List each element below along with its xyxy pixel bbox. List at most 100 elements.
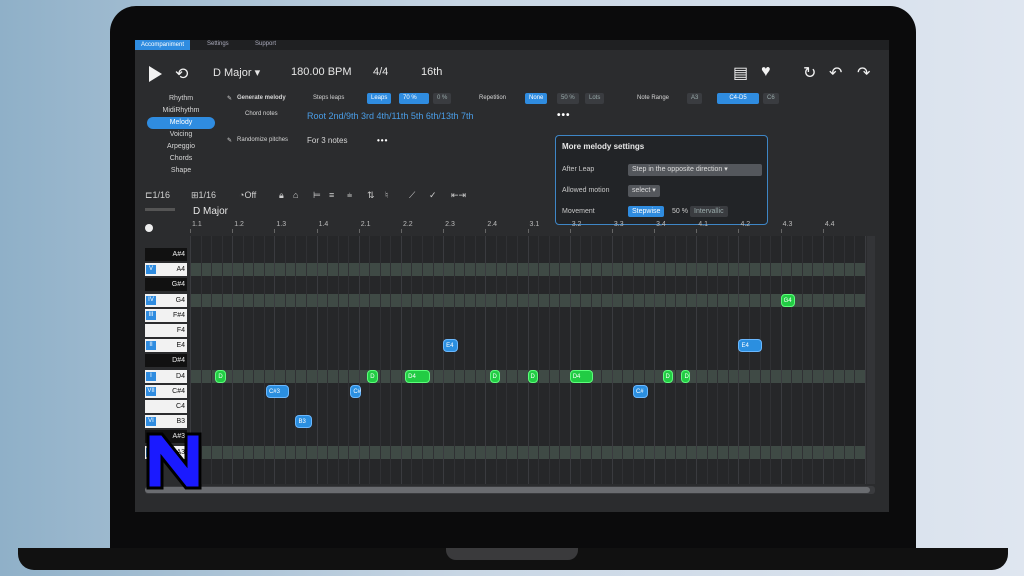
note-range-min[interactable]: A3	[687, 93, 703, 104]
time-signature[interactable]: 4/4	[373, 66, 388, 78]
grid-line	[833, 236, 835, 484]
sidebar-item-shape[interactable]: Shape	[143, 165, 219, 177]
repetition-min[interactable]: None	[525, 93, 548, 104]
sidebar-item-rhythm[interactable]: Rhythm	[143, 93, 219, 105]
timeline-ruler[interactable]: 1.1 1.2 1.3 1.4 2.1 2.2 2.3 2.4 3.1 3.2 3.3 3.4 4.1 4…	[190, 220, 865, 233]
key-select[interactable]: D Major ▾	[213, 66, 260, 79]
piano-key-e4[interactable]: II E4	[145, 339, 187, 353]
offset-toggle[interactable]: ◔ Off	[239, 190, 256, 200]
ruler-tick	[358, 229, 360, 233]
randomize-label[interactable]: Randomize pitches	[237, 137, 288, 143]
generate-melody-label[interactable]: Generate melody	[237, 95, 286, 101]
piano-key-c4[interactable]: C4	[145, 400, 187, 413]
piano-key-ds4[interactable]: D#4	[145, 354, 187, 368]
expand-icon[interactable]: ⇤⇥	[451, 190, 466, 201]
pitch-icon[interactable]: ♮	[385, 190, 388, 201]
steps-leaps-max[interactable]: 0 %	[433, 93, 452, 104]
pen-icon: ✎	[227, 96, 233, 102]
piano-key-fs4[interactable]: III F#4	[145, 308, 187, 322]
horizontal-scrollbar[interactable]	[145, 486, 875, 494]
lock-icon[interactable]: 🔒︎	[279, 190, 284, 201]
velocity-icon[interactable]: ✓	[429, 190, 437, 201]
transform-icon[interactable]: ⇅	[367, 190, 375, 201]
randomize-more-button[interactable]: •••	[377, 136, 388, 145]
midi-note[interactable]: D	[367, 369, 378, 383]
midi-note[interactable]: D	[215, 369, 226, 383]
note-range-value[interactable]: C4-D5	[717, 93, 759, 104]
midi-note[interactable]: C#	[632, 384, 648, 398]
piano-key-label: E4	[176, 342, 185, 350]
quant-b[interactable]: ⊞ 1/16	[191, 190, 216, 201]
steps-leaps-min[interactable]: Leaps	[367, 93, 392, 104]
midi-note[interactable]: C#	[350, 384, 361, 398]
sidebar-item-chords[interactable]: Chords	[143, 153, 219, 165]
randomize-value[interactable]: For 3 notes	[307, 136, 347, 145]
movement-value[interactable]: 50 %	[668, 206, 692, 217]
chord-notes-value[interactable]: Root 2nd/9th 3rd 4th/11th 5th 6th/13th 7…	[307, 111, 473, 121]
grid-line	[221, 236, 223, 484]
midi-note[interactable]: D4	[569, 369, 593, 383]
piano-key-cs4[interactable]: VII C#4	[145, 384, 187, 398]
midi-note[interactable]: D	[527, 369, 539, 383]
distribute-icon[interactable]: ⩧	[347, 190, 352, 201]
tempo-value[interactable]: 180.00 BPM	[291, 66, 352, 78]
play-icon[interactable]	[149, 66, 162, 82]
midi-note[interactable]: D4	[405, 369, 431, 383]
midi-note[interactable]: C#3	[265, 384, 290, 398]
midi-note[interactable]: D	[662, 369, 674, 383]
sidebar-item-arpeggio[interactable]: Arpeggio	[143, 141, 219, 153]
menu-accompaniment[interactable]: Accompaniment	[135, 40, 191, 50]
piano-roll-grid[interactable]: D C#3 B3 C# D D4 E4 D D D4 C# D D E4 G4	[190, 236, 866, 484]
grid-line	[632, 236, 634, 484]
sidebar-item-midirhythm[interactable]: MidiRhythm	[143, 105, 219, 117]
piano-key-a4[interactable]: V A4	[145, 263, 187, 277]
midi-note[interactable]: E4	[443, 339, 458, 353]
after-leap-select[interactable]: Step in the opposite direction ▾	[628, 164, 762, 176]
heart-icon[interactable]: ♥	[761, 63, 771, 81]
more-melody-settings-popup: More melody settings After Leap Step in …	[555, 135, 768, 225]
midi-note[interactable]: B3	[295, 415, 313, 429]
grid-value[interactable]: 16th	[421, 66, 442, 78]
align-right-icon[interactable]: ≡	[329, 190, 334, 200]
align-left-icon[interactable]: ⊨	[313, 190, 321, 201]
movement-max[interactable]: Intervallic	[690, 206, 728, 217]
repetition-value[interactable]: 50 %	[557, 93, 579, 104]
ruler-tick	[611, 229, 613, 233]
piano-key-f4[interactable]: F4	[145, 324, 187, 337]
repetition-max[interactable]: Lots	[585, 93, 605, 104]
midi-note[interactable]: D	[489, 369, 501, 383]
redo-icon[interactable]: ↷	[857, 63, 870, 83]
piano-key-g4[interactable]: IV G4	[145, 293, 187, 307]
midi-note[interactable]: G4	[780, 293, 796, 307]
grid-line	[495, 236, 497, 484]
menu-settings[interactable]: Settings	[207, 41, 229, 47]
piano-key-gs4[interactable]: G#4	[145, 278, 187, 292]
draw-icon[interactable]: ⟋	[409, 190, 415, 201]
menu-support[interactable]: Support	[255, 41, 276, 47]
grid-line	[274, 236, 276, 484]
grid-line	[590, 236, 592, 484]
vertical-scrollbar[interactable]	[867, 236, 875, 484]
export-icon[interactable]: ▤	[733, 63, 748, 83]
sidebar-item-voicing[interactable]: Voicing	[143, 129, 219, 141]
piano-key-d4[interactable]: I D4	[145, 369, 187, 383]
piano-key-as4[interactable]: A#4	[145, 248, 187, 261]
midi-note[interactable]: E4	[738, 339, 762, 353]
horizontal-scroll-thumb[interactable]	[145, 487, 870, 493]
playhead-marker[interactable]	[145, 224, 153, 232]
grid-line	[569, 236, 571, 484]
ruler-label: 3.2	[571, 221, 582, 228]
refresh-icon[interactable]: ↻	[803, 63, 816, 83]
midi-note[interactable]: D	[681, 369, 690, 383]
unlock-icon[interactable]: ⌂	[293, 190, 298, 200]
loop-icon[interactable]: ⟲	[175, 64, 188, 84]
quant-a[interactable]: ⊏ 1/16	[145, 190, 170, 201]
note-range-max[interactable]: C6	[763, 93, 779, 104]
piano-key-b3[interactable]: VI B3	[145, 415, 187, 429]
steps-leaps-value[interactable]: 70 %	[399, 93, 429, 104]
movement-min[interactable]: Stepwise	[628, 206, 665, 217]
sidebar-item-melody[interactable]: Melody	[147, 117, 215, 129]
undo-icon[interactable]: ↶	[829, 63, 842, 83]
grid-line	[854, 236, 856, 484]
more-settings-button[interactable]: •••	[557, 110, 571, 121]
